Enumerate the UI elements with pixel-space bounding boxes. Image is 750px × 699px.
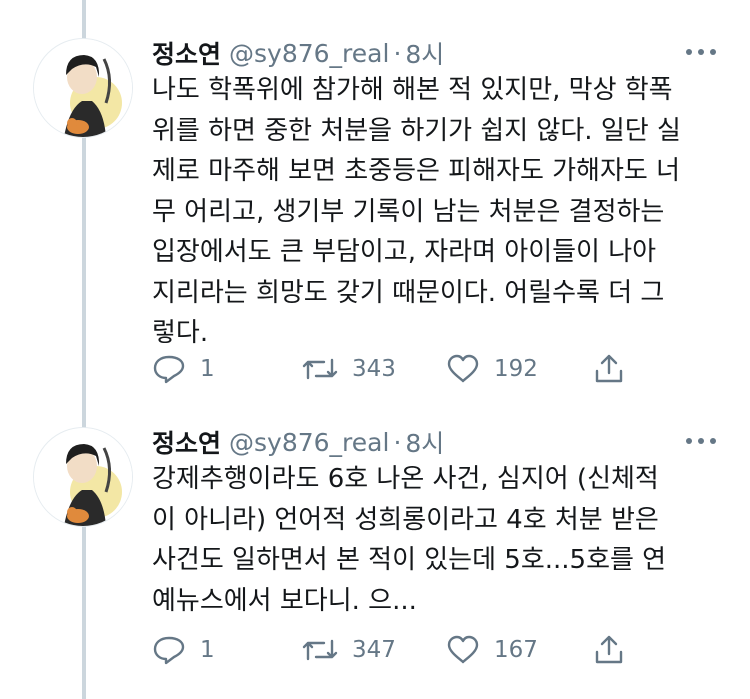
retweet-icon — [302, 358, 338, 380]
tweet-actions: 1 343 192 — [152, 352, 632, 386]
tweet-header: 정소연 @sy876_real · 8시 — [152, 425, 444, 459]
retweet-button[interactable]: 347 — [302, 633, 396, 667]
tweet-text-line: 지리라는 희망도 갖기 때문이다. 어릴수록 더 그 — [152, 277, 665, 308]
tweet-text-line: 무 어리고, 생기부 기록이 남는 처분은 결정하는 — [152, 196, 665, 227]
share-button[interactable] — [592, 633, 626, 667]
like-button[interactable]: 167 — [446, 633, 538, 667]
tweet-text-line: 나도 학폭위에 참가해 해본 적 있지만, 막상 학폭 — [152, 75, 673, 105]
tweet-text: 나도 학폭위에 참가해 해본 적 있지만, 막상 학폭 위를 하면 중한 처분을… — [152, 70, 722, 354]
like-count: 192 — [494, 356, 538, 382]
tweet-1[interactable]: 정소연 @sy876_real · 8시 나도 학폭위에 참가해 해본 적 있지… — [0, 36, 750, 396]
separator-dot: · — [393, 38, 402, 68]
heart-icon — [447, 635, 479, 664]
separator-dot: · — [393, 427, 402, 457]
share-icon — [595, 635, 623, 664]
reply-count: 1 — [200, 356, 215, 382]
user-handle[interactable]: @sy876_real — [229, 428, 389, 457]
tweet-text-line: 제로 마주해 보면 초중등은 피해자도 가해자도 너 — [152, 156, 680, 186]
timestamp[interactable]: 8시 — [405, 424, 444, 460]
like-count: 167 — [494, 637, 538, 663]
share-icon — [595, 354, 623, 383]
retweet-count: 347 — [352, 637, 396, 663]
retweet-count: 343 — [352, 356, 396, 382]
tweet-text-line: 예뉴스에서 보다니. 으... — [152, 585, 417, 616]
tweet-text-line: 강제추행이라도 6호 나온 사건, 심지어 (신체적 — [152, 464, 659, 494]
more-options-caret-icon[interactable] — [684, 435, 718, 447]
heart-icon — [447, 354, 479, 383]
reply-button[interactable]: 1 — [152, 352, 215, 386]
tweet-text-line: 입장에서도 큰 부담이고, 자라며 아이들이 나아 — [152, 237, 657, 267]
more-options-caret-icon[interactable] — [684, 46, 718, 58]
tweet-text-line: 이 아니라) 언어적 성희롱이라고 4호 처분 받은 — [152, 504, 659, 535]
tweet-actions: 1 347 167 — [152, 633, 632, 667]
like-button[interactable]: 192 — [446, 352, 538, 386]
share-button[interactable] — [592, 352, 626, 386]
reply-count: 1 — [200, 637, 215, 663]
avatar-illustration-icon — [34, 39, 132, 137]
reply-button[interactable]: 1 — [152, 633, 215, 667]
tweet-text-line: 사건도 일하면서 본 적이 있는데 5호...5호를 연 — [152, 545, 667, 575]
tweet-2[interactable]: 정소연 @sy876_real · 8시 강제추행이라도 6호 나온 사건, 심… — [0, 425, 750, 675]
timestamp[interactable]: 8시 — [405, 35, 444, 71]
tweet-text-line: 렇다. — [152, 318, 209, 348]
tweet-header: 정소연 @sy876_real · 8시 — [152, 36, 444, 70]
reply-icon — [153, 355, 185, 384]
avatar[interactable] — [33, 427, 133, 527]
user-handle[interactable]: @sy876_real — [229, 39, 389, 68]
avatar[interactable] — [33, 38, 133, 138]
retweet-icon — [302, 639, 338, 661]
avatar-illustration-icon — [34, 428, 132, 526]
display-name[interactable]: 정소연 — [152, 424, 221, 460]
tweet-text: 강제추행이라도 6호 나온 사건, 심지어 (신체적 이 아니라) 언어적 성희… — [152, 459, 722, 621]
retweet-button[interactable]: 343 — [302, 352, 396, 386]
tweet-text-line: 위를 하면 중한 처분을 하기가 쉽지 않다. 일단 실 — [152, 115, 681, 146]
display-name[interactable]: 정소연 — [152, 35, 221, 71]
reply-icon — [153, 636, 185, 665]
